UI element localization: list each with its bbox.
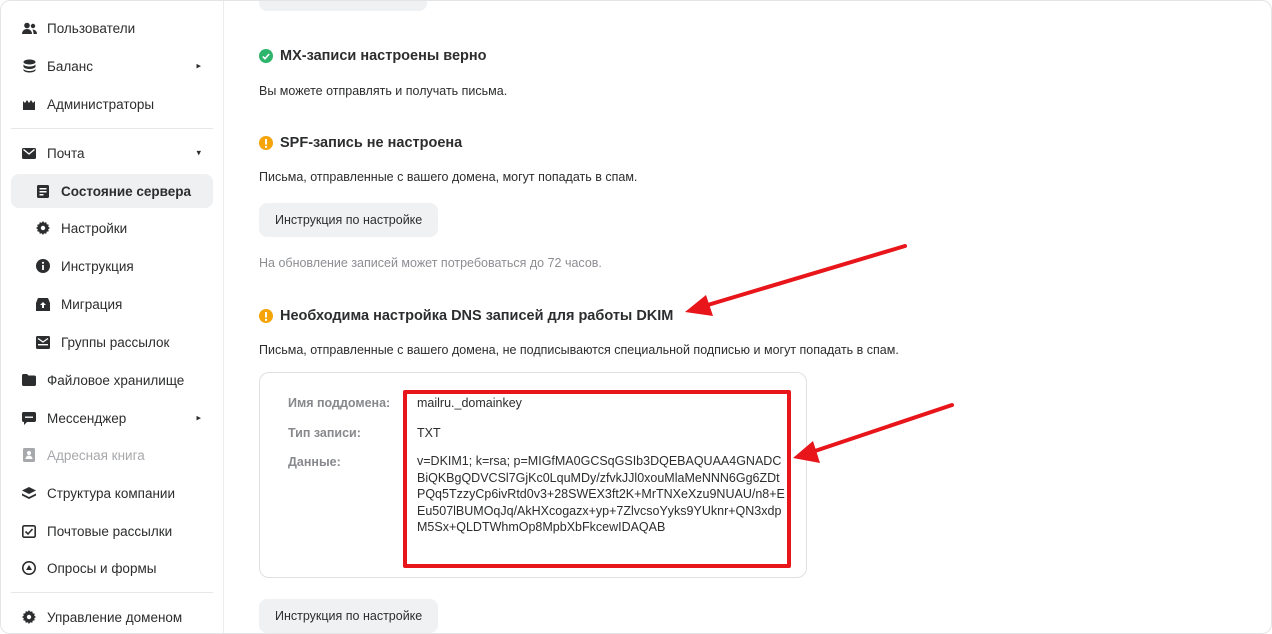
mx-status-desc: Вы можете отправлять и получать письма. [259,84,508,98]
migration-icon [35,296,51,312]
sidebar-item-instruction[interactable]: Инструкция [11,249,213,283]
messenger-icon [21,410,37,426]
subdomain-label: Имя поддомена: [288,396,391,410]
warning-icon [259,136,273,150]
spf-status-desc: Письма, отправленные с вашего домена, мо… [259,170,638,184]
server-status-icon [35,183,51,199]
mailing-groups-icon [35,334,51,350]
sidebar-item-mailing-groups[interactable]: Группы рассылок [11,325,213,359]
dkim-status-title: Необходима настройка DNS записей для раб… [259,308,673,324]
record-type-value[interactable]: TXT [417,426,441,440]
sidebar-item-label: Опросы и формы [47,560,157,576]
main-content: MX-записи настроены верно Вы можете отпр… [224,1,1271,633]
gear-icon [35,220,51,236]
forms-icon [21,560,37,576]
sidebar-item-domain-management[interactable]: Управление доменом [11,600,213,633]
sidebar-item-balance[interactable]: Баланс ▸ [11,49,213,83]
warning-icon [259,309,273,323]
sidebar-item-label: Пользователи [47,20,136,36]
spf-status-title: SPF-запись не настроена [259,135,462,151]
mail-icon [21,145,37,161]
sidebar-item-label: Миграция [61,296,123,312]
dkim-instruction-button[interactable]: Инструкция по настройке [259,599,439,633]
sidebar-item-address-book[interactable]: Адресная книга [11,438,213,472]
sidebar-divider [11,592,213,593]
sidebar-item-label: Администраторы [47,96,155,112]
sidebar-item-mail[interactable]: Почта ▾ [11,136,213,170]
dkim-status-desc: Письма, отправленные с вашего домена, не… [259,343,899,357]
sidebar-item-label: Инструкция [61,258,134,274]
sidebar-item-label: Адресная книга [47,447,145,463]
address-book-icon [21,447,37,463]
sidebar-item-label: Баланс [47,58,93,74]
sidebar-item-label: Почтовые рассылки [47,523,173,539]
caret-down-icon: ▾ [196,147,201,158]
admins-icon [21,96,37,112]
sidebar-item-label: Почта [47,145,85,161]
record-type-label: Тип записи: [288,426,361,440]
sidebar-item-users[interactable]: Пользователи [11,11,213,45]
sidebar-item-settings[interactable]: Настройки [11,211,213,245]
previous-button-edge[interactable] [259,1,427,11]
update-time-hint: На обновление записей может потребоватьс… [259,256,602,270]
sidebar-item-admins[interactable]: Администраторы [11,87,213,121]
sidebar-item-label: Управление доменом [47,609,183,625]
sidebar-item-surveys[interactable]: Опросы и формы [11,551,213,585]
sidebar-item-label: Группы рассылок [61,334,170,350]
app-window: Пользователи Баланс ▸ Администраторы Поч… [0,0,1272,634]
sidebar-item-label: Файловое хранилище [47,372,185,388]
subdomain-value[interactable]: mailru._domainkey [417,396,522,410]
structure-icon [21,485,37,501]
sidebar-item-label: Структура компании [47,485,175,501]
sidebar-item-file-storage[interactable]: Файловое хранилище [11,363,213,397]
record-data-label: Данные: [288,455,341,469]
check-icon [259,49,273,63]
record-data-value[interactable]: v=DKIM1; k=rsa; p=MIGfMA0GCSqGSIb3DQEBAQ… [417,453,787,536]
sidebar-item-messenger[interactable]: Мессенджер ▸ [11,401,213,435]
sidebar-item-label: Мессенджер [47,410,127,426]
mx-status-title: MX-записи настроены верно [259,48,487,64]
users-icon [21,20,37,36]
sidebar-item-company-structure[interactable]: Структура компании [11,476,213,510]
sidebar: Пользователи Баланс ▸ Администраторы Поч… [1,1,224,633]
caret-right-icon: ▸ [196,412,201,423]
folder-icon [21,372,37,388]
sidebar-item-label: Состояние сервера [61,183,192,199]
gear-icon [21,609,37,625]
sidebar-divider [11,128,213,129]
newsletter-icon [21,523,37,539]
sidebar-item-label: Настройки [61,220,128,236]
sidebar-item-migration[interactable]: Миграция [11,287,213,321]
sidebar-item-server-status[interactable]: Состояние сервера [11,174,213,208]
dkim-dns-record-card: Имя поддомена: mailru._domainkey Тип зап… [259,372,807,578]
caret-right-icon: ▸ [196,60,201,71]
coins-icon [21,58,37,74]
sidebar-item-newsletters[interactable]: Почтовые рассылки [11,514,213,548]
spf-instruction-button[interactable]: Инструкция по настройке [259,203,439,237]
info-icon [35,258,51,274]
